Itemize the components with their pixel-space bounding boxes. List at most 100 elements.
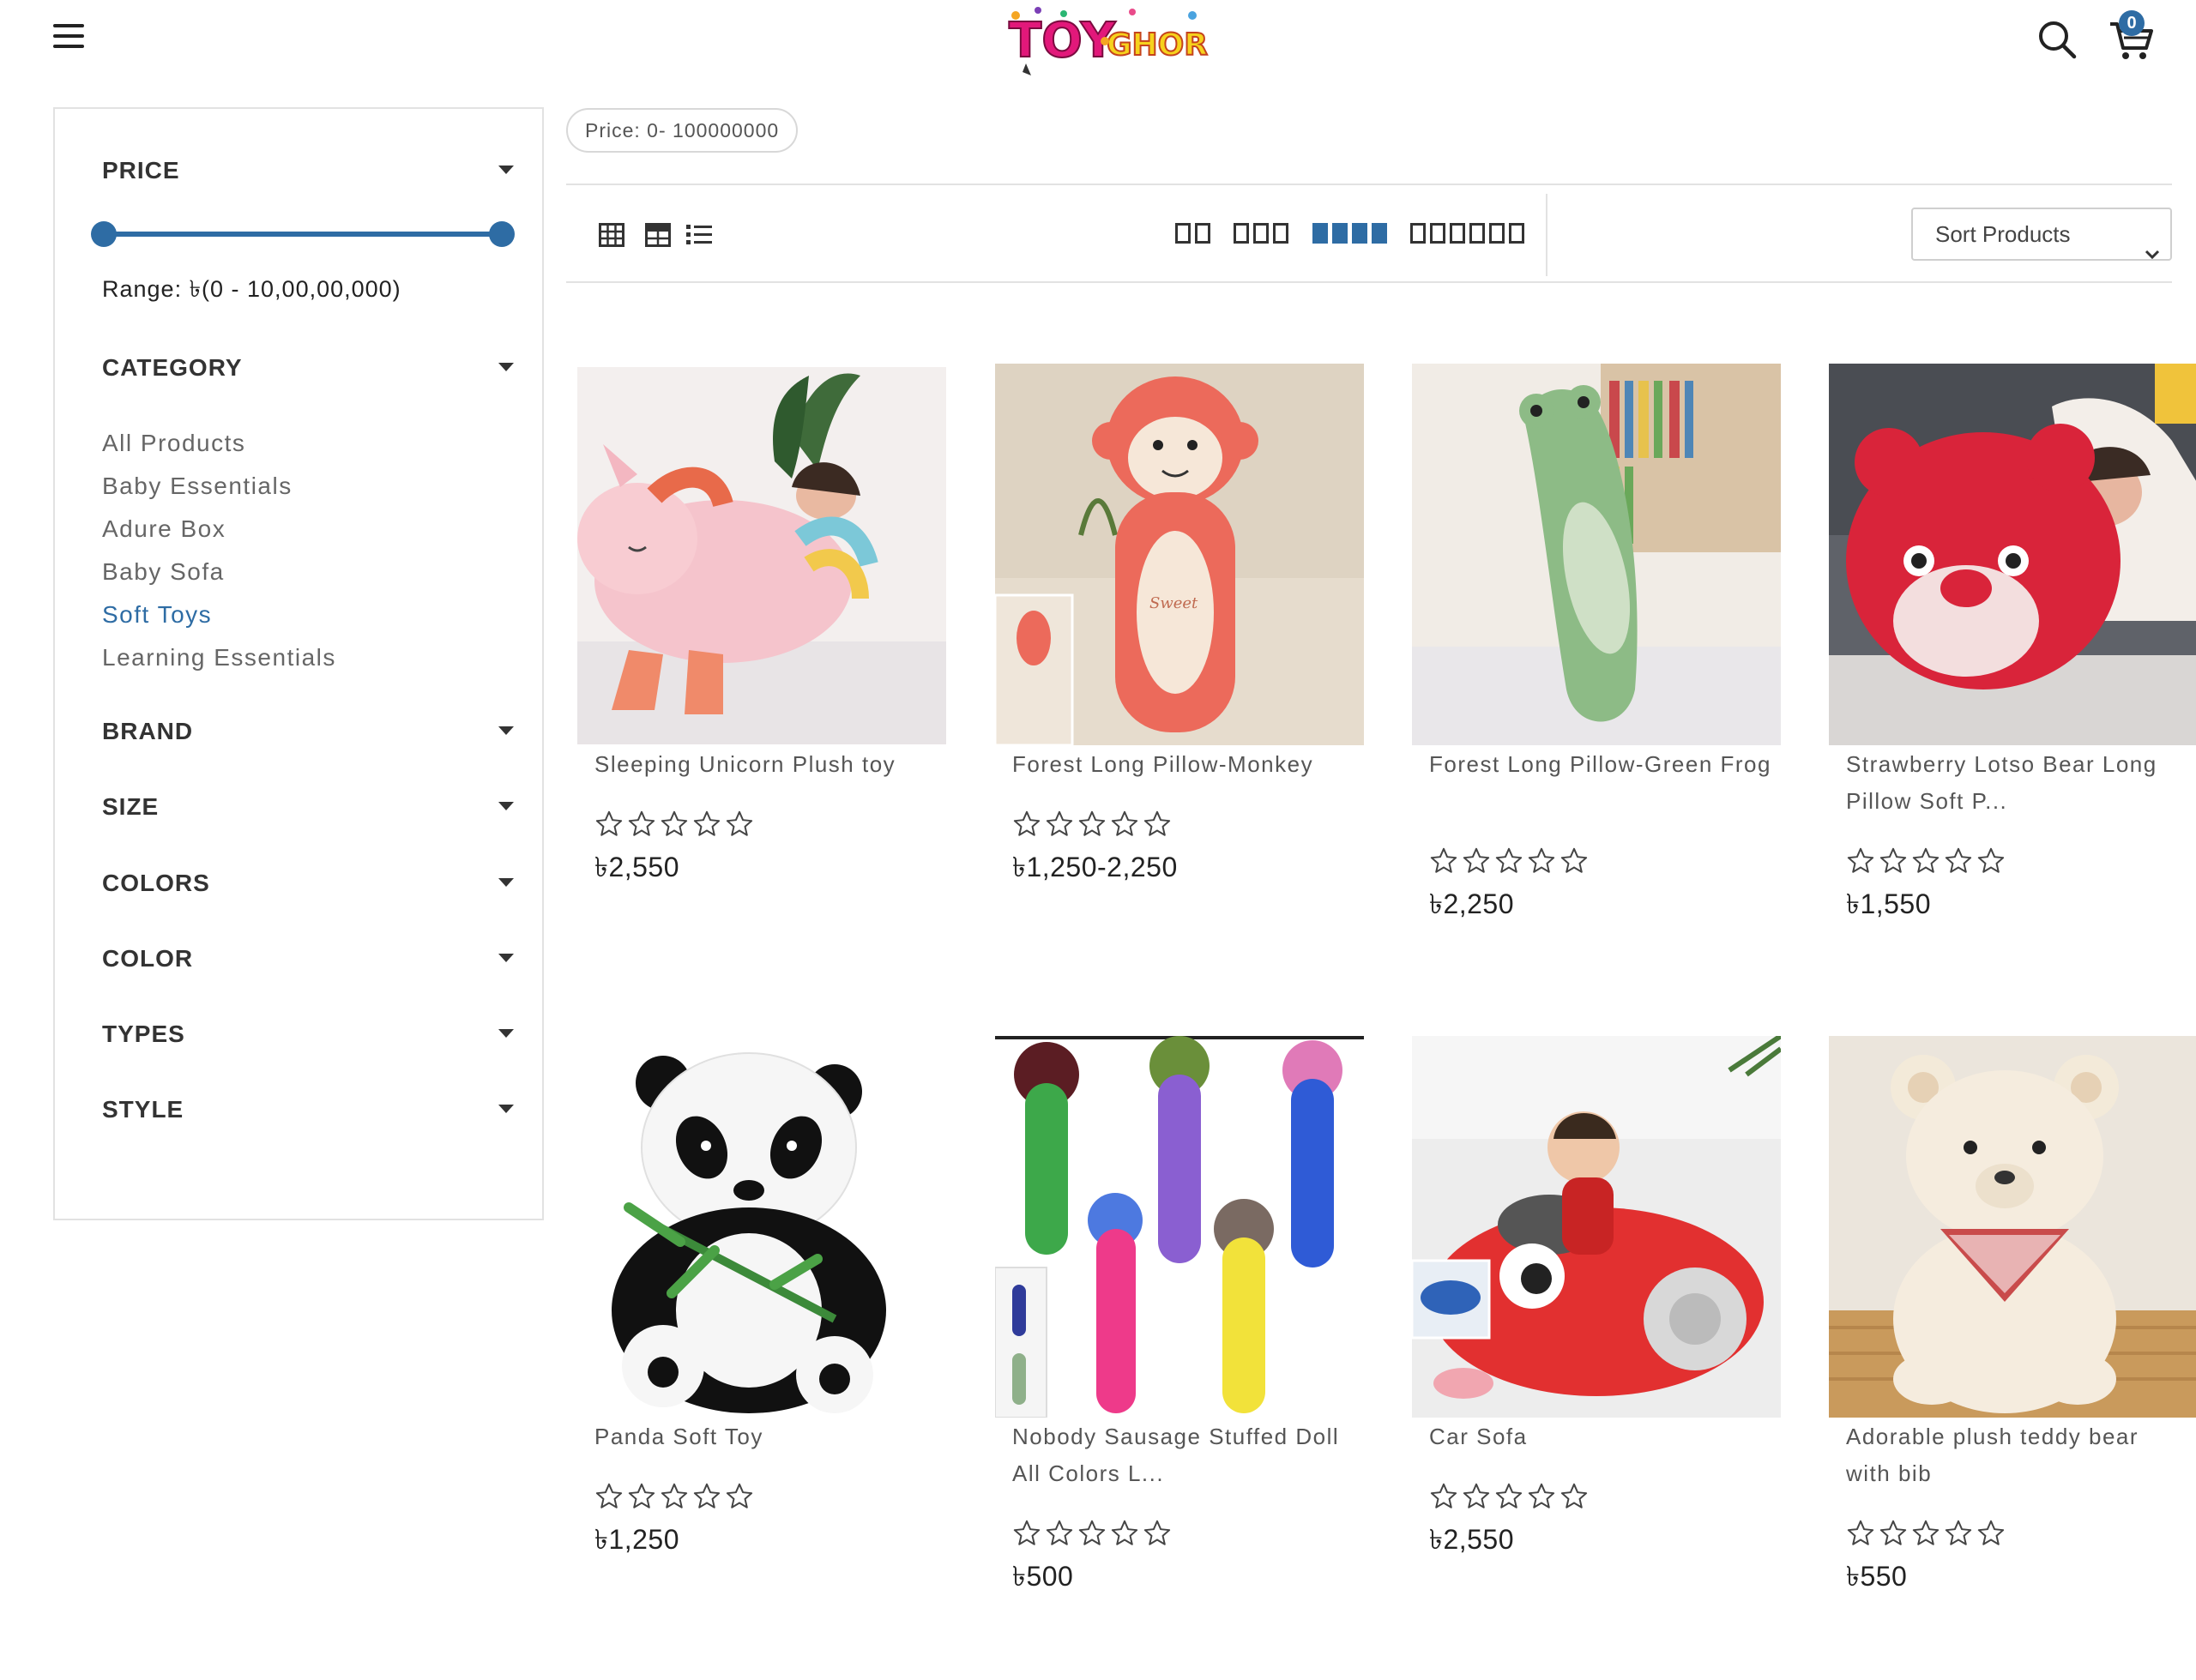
product-rating (1846, 1519, 2006, 1550)
price-slider-track[interactable] (102, 232, 504, 237)
site-header: TOY GHOR 0 (0, 0, 2196, 86)
grid-large-view-icon[interactable] (645, 223, 671, 251)
star-icon (595, 810, 623, 836)
grid-small-view-icon[interactable] (599, 223, 624, 251)
star-icon (1912, 847, 1940, 873)
product-name[interactable]: Strawberry Lotso Bear Long Pillow Soft P… (1846, 746, 2189, 820)
product-price: ৳1,250-2,250 (1012, 852, 1178, 882)
product-image[interactable] (577, 1036, 946, 1418)
facet-category[interactable]: CATEGORY (102, 351, 514, 385)
facet-category-title: CATEGORY (102, 354, 243, 381)
facet-brand[interactable]: BRAND (102, 714, 514, 749)
product-name[interactable]: Adorable plush teddy bear with bib (1846, 1418, 2189, 1492)
star-icon (1945, 1520, 1972, 1545)
category-item[interactable]: Baby Essentials (102, 465, 336, 508)
star-icon (1013, 1520, 1041, 1545)
product-price: ৳2,550 (1429, 1524, 1515, 1555)
star-icon (1847, 847, 1874, 873)
product-name[interactable]: Panda Soft Toy (594, 1418, 938, 1455)
product-name[interactable]: Forest Long Pillow-Monkey (1012, 746, 1355, 783)
product-name[interactable]: Sleeping Unicorn Plush toy (594, 746, 938, 783)
caret-down-icon (498, 363, 514, 371)
star-icon (1977, 847, 2005, 873)
star-icon (1945, 847, 1972, 873)
category-item[interactable]: All Products (102, 422, 336, 465)
product-name[interactable]: Nobody Sausage Stuffed Doll All Colors L… (1012, 1418, 1355, 1492)
star-icon (1046, 810, 1073, 836)
star-icon (661, 810, 688, 836)
active-price-filter-chip[interactable]: Price: 0- 100000000 (566, 108, 799, 153)
star-icon (1463, 1483, 1490, 1508)
category-item[interactable]: Learning Essentials (102, 636, 336, 679)
facet-price-title: PRICE (102, 157, 180, 184)
facet-types[interactable]: TYPES (102, 1017, 514, 1051)
product-image[interactable] (1412, 364, 1781, 745)
star-icon (1078, 1520, 1106, 1545)
category-item-active[interactable]: Soft Toys (102, 593, 336, 636)
star-icon (1430, 1483, 1457, 1508)
star-icon (1430, 847, 1457, 873)
columns-4-toggle[interactable] (1312, 223, 1387, 245)
columns-2-toggle[interactable] (1175, 223, 1210, 245)
site-logo[interactable]: TOY GHOR (1004, 3, 1210, 79)
product-image[interactable] (1829, 364, 2196, 745)
star-icon (693, 810, 721, 836)
star-icon (628, 810, 655, 836)
product-image[interactable] (577, 367, 946, 744)
product-image[interactable] (1412, 1036, 1781, 1418)
product-rating (1012, 1519, 1172, 1550)
star-icon (1560, 847, 1588, 873)
hamburger-icon[interactable] (53, 24, 84, 51)
svg-text:Sweet: Sweet (1149, 594, 1198, 612)
star-icon (693, 1483, 721, 1508)
star-icon (1528, 847, 1555, 873)
star-icon (595, 1483, 623, 1508)
star-icon (1495, 847, 1523, 873)
caret-down-icon (498, 954, 514, 962)
filter-sidebar: PRICE Range: ৳(0 - 10,00,00,000) CATEGOR… (53, 107, 544, 1220)
star-icon (1495, 1483, 1523, 1508)
caret-down-icon (498, 1105, 514, 1113)
facet-size[interactable]: SIZE (102, 790, 514, 824)
star-icon (1528, 1483, 1555, 1508)
product-image[interactable] (1829, 1036, 2196, 1418)
caret-down-icon (498, 1029, 514, 1038)
facet-style[interactable]: STYLE (102, 1093, 514, 1127)
star-icon (1143, 1520, 1171, 1545)
caret-down-icon (498, 802, 514, 810)
product-rating (1429, 846, 1589, 877)
sort-products-select[interactable]: Sort Products (1911, 208, 2172, 261)
star-icon (661, 1483, 688, 1508)
star-icon (1013, 810, 1041, 836)
columns-6-toggle[interactable] (1410, 223, 1524, 245)
product-price: ৳2,550 (594, 852, 680, 882)
product-price: ৳500 (1012, 1561, 1074, 1592)
caret-down-icon (498, 878, 514, 887)
svg-text:TOY: TOY (1009, 13, 1117, 69)
price-slider-min-handle[interactable] (91, 221, 117, 247)
star-icon (1111, 1520, 1138, 1545)
product-price: ৳2,250 (1429, 888, 1515, 919)
facet-colors[interactable]: COLORS (102, 866, 514, 900)
product-image[interactable]: Sweet (995, 364, 1364, 745)
product-name[interactable]: Forest Long Pillow-Green Frog (1429, 746, 1772, 783)
sort-select-label: Sort Products (1935, 221, 2071, 247)
facet-color[interactable]: COLOR (102, 942, 514, 976)
price-range-text: Range: ৳(0 - 10,00,00,000) (102, 276, 401, 302)
svg-text:GHOR: GHOR (1107, 27, 1208, 63)
star-icon (726, 1483, 753, 1508)
list-view-icon[interactable] (686, 223, 712, 251)
category-item[interactable]: Baby Sofa (102, 551, 336, 593)
product-price: ৳550 (1846, 1561, 1908, 1592)
star-icon (726, 810, 753, 836)
search-icon[interactable] (2036, 19, 2078, 60)
star-icon (628, 1483, 655, 1508)
product-image[interactable] (995, 1036, 1364, 1418)
facet-size-title: SIZE (102, 793, 160, 820)
category-item[interactable]: Adure Box (102, 508, 336, 551)
facet-price[interactable]: PRICE (102, 154, 514, 188)
price-slider-max-handle[interactable] (489, 221, 515, 247)
columns-3-toggle[interactable] (1234, 223, 1288, 245)
product-name[interactable]: Car Sofa (1429, 1418, 1772, 1455)
cart-count-badge: 0 (2119, 10, 2145, 36)
